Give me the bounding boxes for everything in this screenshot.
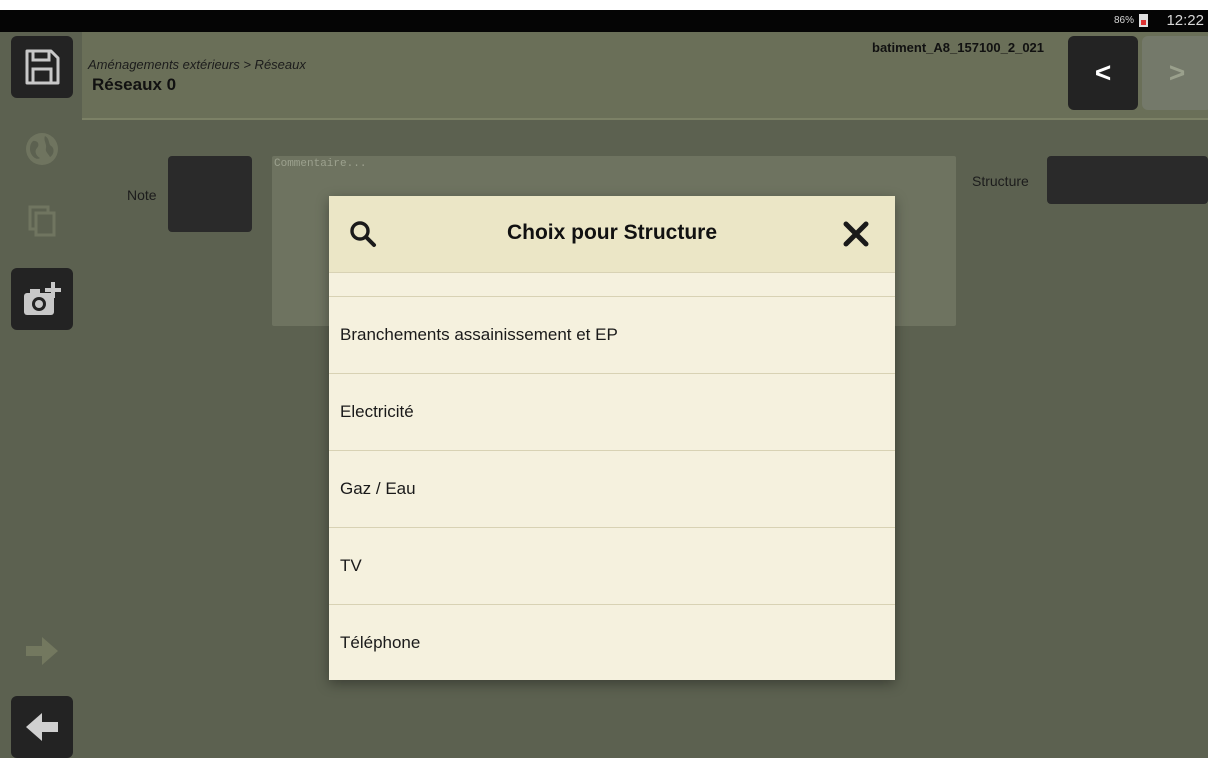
dialog-option[interactable]: Electricité bbox=[329, 374, 895, 451]
add-photo-button[interactable] bbox=[11, 268, 73, 330]
close-icon[interactable] bbox=[842, 220, 870, 248]
sidebar bbox=[0, 32, 82, 758]
dialog-title: Choix pour Structure bbox=[506, 221, 717, 244]
header: Aménagements extérieurs > Réseaux Réseau… bbox=[82, 32, 1208, 118]
option-label: TV bbox=[340, 556, 362, 575]
dialog-option[interactable]: TV bbox=[329, 528, 895, 605]
arrow-left-icon bbox=[26, 713, 58, 741]
structure-select[interactable] bbox=[1047, 156, 1208, 204]
battery-level: 86% bbox=[1113, 15, 1134, 26]
option-label: Branchements assainissement et EP bbox=[340, 325, 618, 344]
comment-placeholder: Commentaire... bbox=[274, 158, 367, 170]
structure-label: Structure bbox=[972, 173, 1029, 189]
chevron-right-icon: > bbox=[1168, 57, 1186, 88]
option-label: Electricité bbox=[340, 402, 414, 421]
dialog-option-empty[interactable] bbox=[329, 272, 895, 297]
next-button[interactable]: > bbox=[1142, 36, 1208, 110]
battery-icon bbox=[1139, 14, 1148, 27]
note-label: Note bbox=[127, 187, 157, 203]
header-divider bbox=[82, 118, 1208, 120]
dialog-option[interactable]: Gaz / Eau bbox=[329, 451, 895, 528]
document-id: batiment_A8_157100_2_021 bbox=[872, 40, 1045, 55]
forward-button[interactable] bbox=[11, 620, 73, 682]
option-label: Téléphone bbox=[340, 633, 421, 652]
globe-button[interactable] bbox=[11, 118, 73, 180]
structure-choice-dialog: Choix pour Structure Branchements assain… bbox=[329, 196, 895, 680]
back-button[interactable] bbox=[11, 696, 73, 758]
save-icon bbox=[25, 49, 60, 85]
copy-button[interactable] bbox=[11, 190, 73, 252]
previous-button[interactable]: < bbox=[1068, 36, 1138, 110]
dialog-option[interactable]: Téléphone bbox=[329, 605, 895, 680]
add-photo-icon bbox=[24, 282, 61, 315]
chevron-left-icon: < bbox=[1094, 57, 1112, 88]
app-screen: 86% 12:22 Aménagements extérieurs > Rése… bbox=[0, 10, 1208, 758]
clock: 12:22 bbox=[1166, 12, 1204, 29]
save-button[interactable] bbox=[11, 36, 73, 98]
option-label: Gaz / Eau bbox=[340, 479, 416, 498]
copy-icon bbox=[28, 205, 56, 237]
dialog-header: Choix pour Structure bbox=[329, 196, 895, 273]
app-body: Aménagements extérieurs > Réseaux Réseau… bbox=[0, 32, 1208, 758]
note-field[interactable] bbox=[168, 156, 252, 232]
status-bar: 86% 12:22 bbox=[0, 10, 1208, 32]
breadcrumb: Aménagements extérieurs > Réseaux bbox=[88, 57, 306, 72]
arrow-right-icon bbox=[26, 637, 58, 665]
page-title: Réseaux 0 bbox=[92, 75, 177, 94]
dialog-option[interactable]: Branchements assainissement et EP bbox=[329, 297, 895, 374]
globe-icon bbox=[26, 133, 58, 165]
